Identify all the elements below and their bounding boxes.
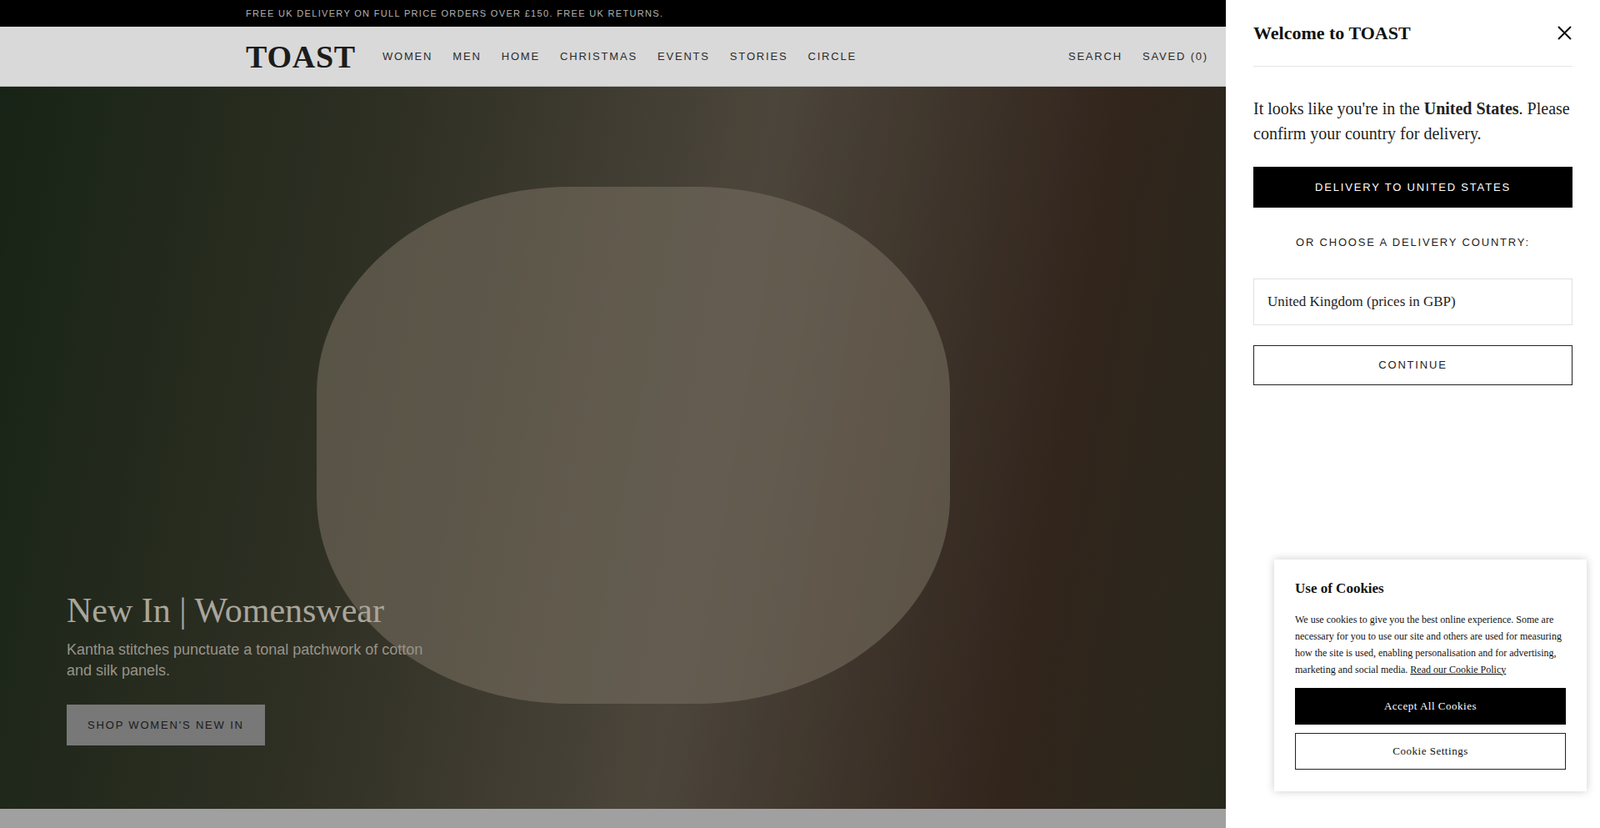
cookie-banner: Use of Cookies We use cookies to give you…: [1274, 559, 1587, 791]
drawer-title: Welcome to TOAST: [1253, 19, 1411, 47]
cookie-settings-button[interactable]: Cookie Settings: [1295, 732, 1566, 770]
cookie-title: Use of Cookies: [1295, 577, 1566, 600]
choose-label: OR CHOOSE A DELIVERY COUNTRY:: [1253, 234, 1573, 251]
message-text: It looks like you're in the: [1253, 99, 1425, 118]
cookie-policy-link[interactable]: Read our Cookie Policy: [1410, 663, 1506, 675]
close-icon[interactable]: [1555, 25, 1573, 42]
cookie-body: We use cookies to give you the best onli…: [1295, 610, 1566, 678]
drawer-header: Welcome to TOAST: [1253, 0, 1573, 67]
select-value: United Kingdom (prices in GBP): [1267, 290, 1456, 313]
country-select[interactable]: United Kingdom (prices in GBP): [1253, 278, 1573, 325]
accept-cookies-button[interactable]: Accept All Cookies: [1295, 687, 1566, 725]
drawer-message: It looks like you're in the United State…: [1253, 95, 1573, 146]
delivery-us-button[interactable]: DELIVERY TO UNITED STATES: [1253, 166, 1573, 208]
continue-button[interactable]: CONTINUE: [1253, 345, 1573, 385]
detected-country: United States: [1424, 99, 1520, 118]
